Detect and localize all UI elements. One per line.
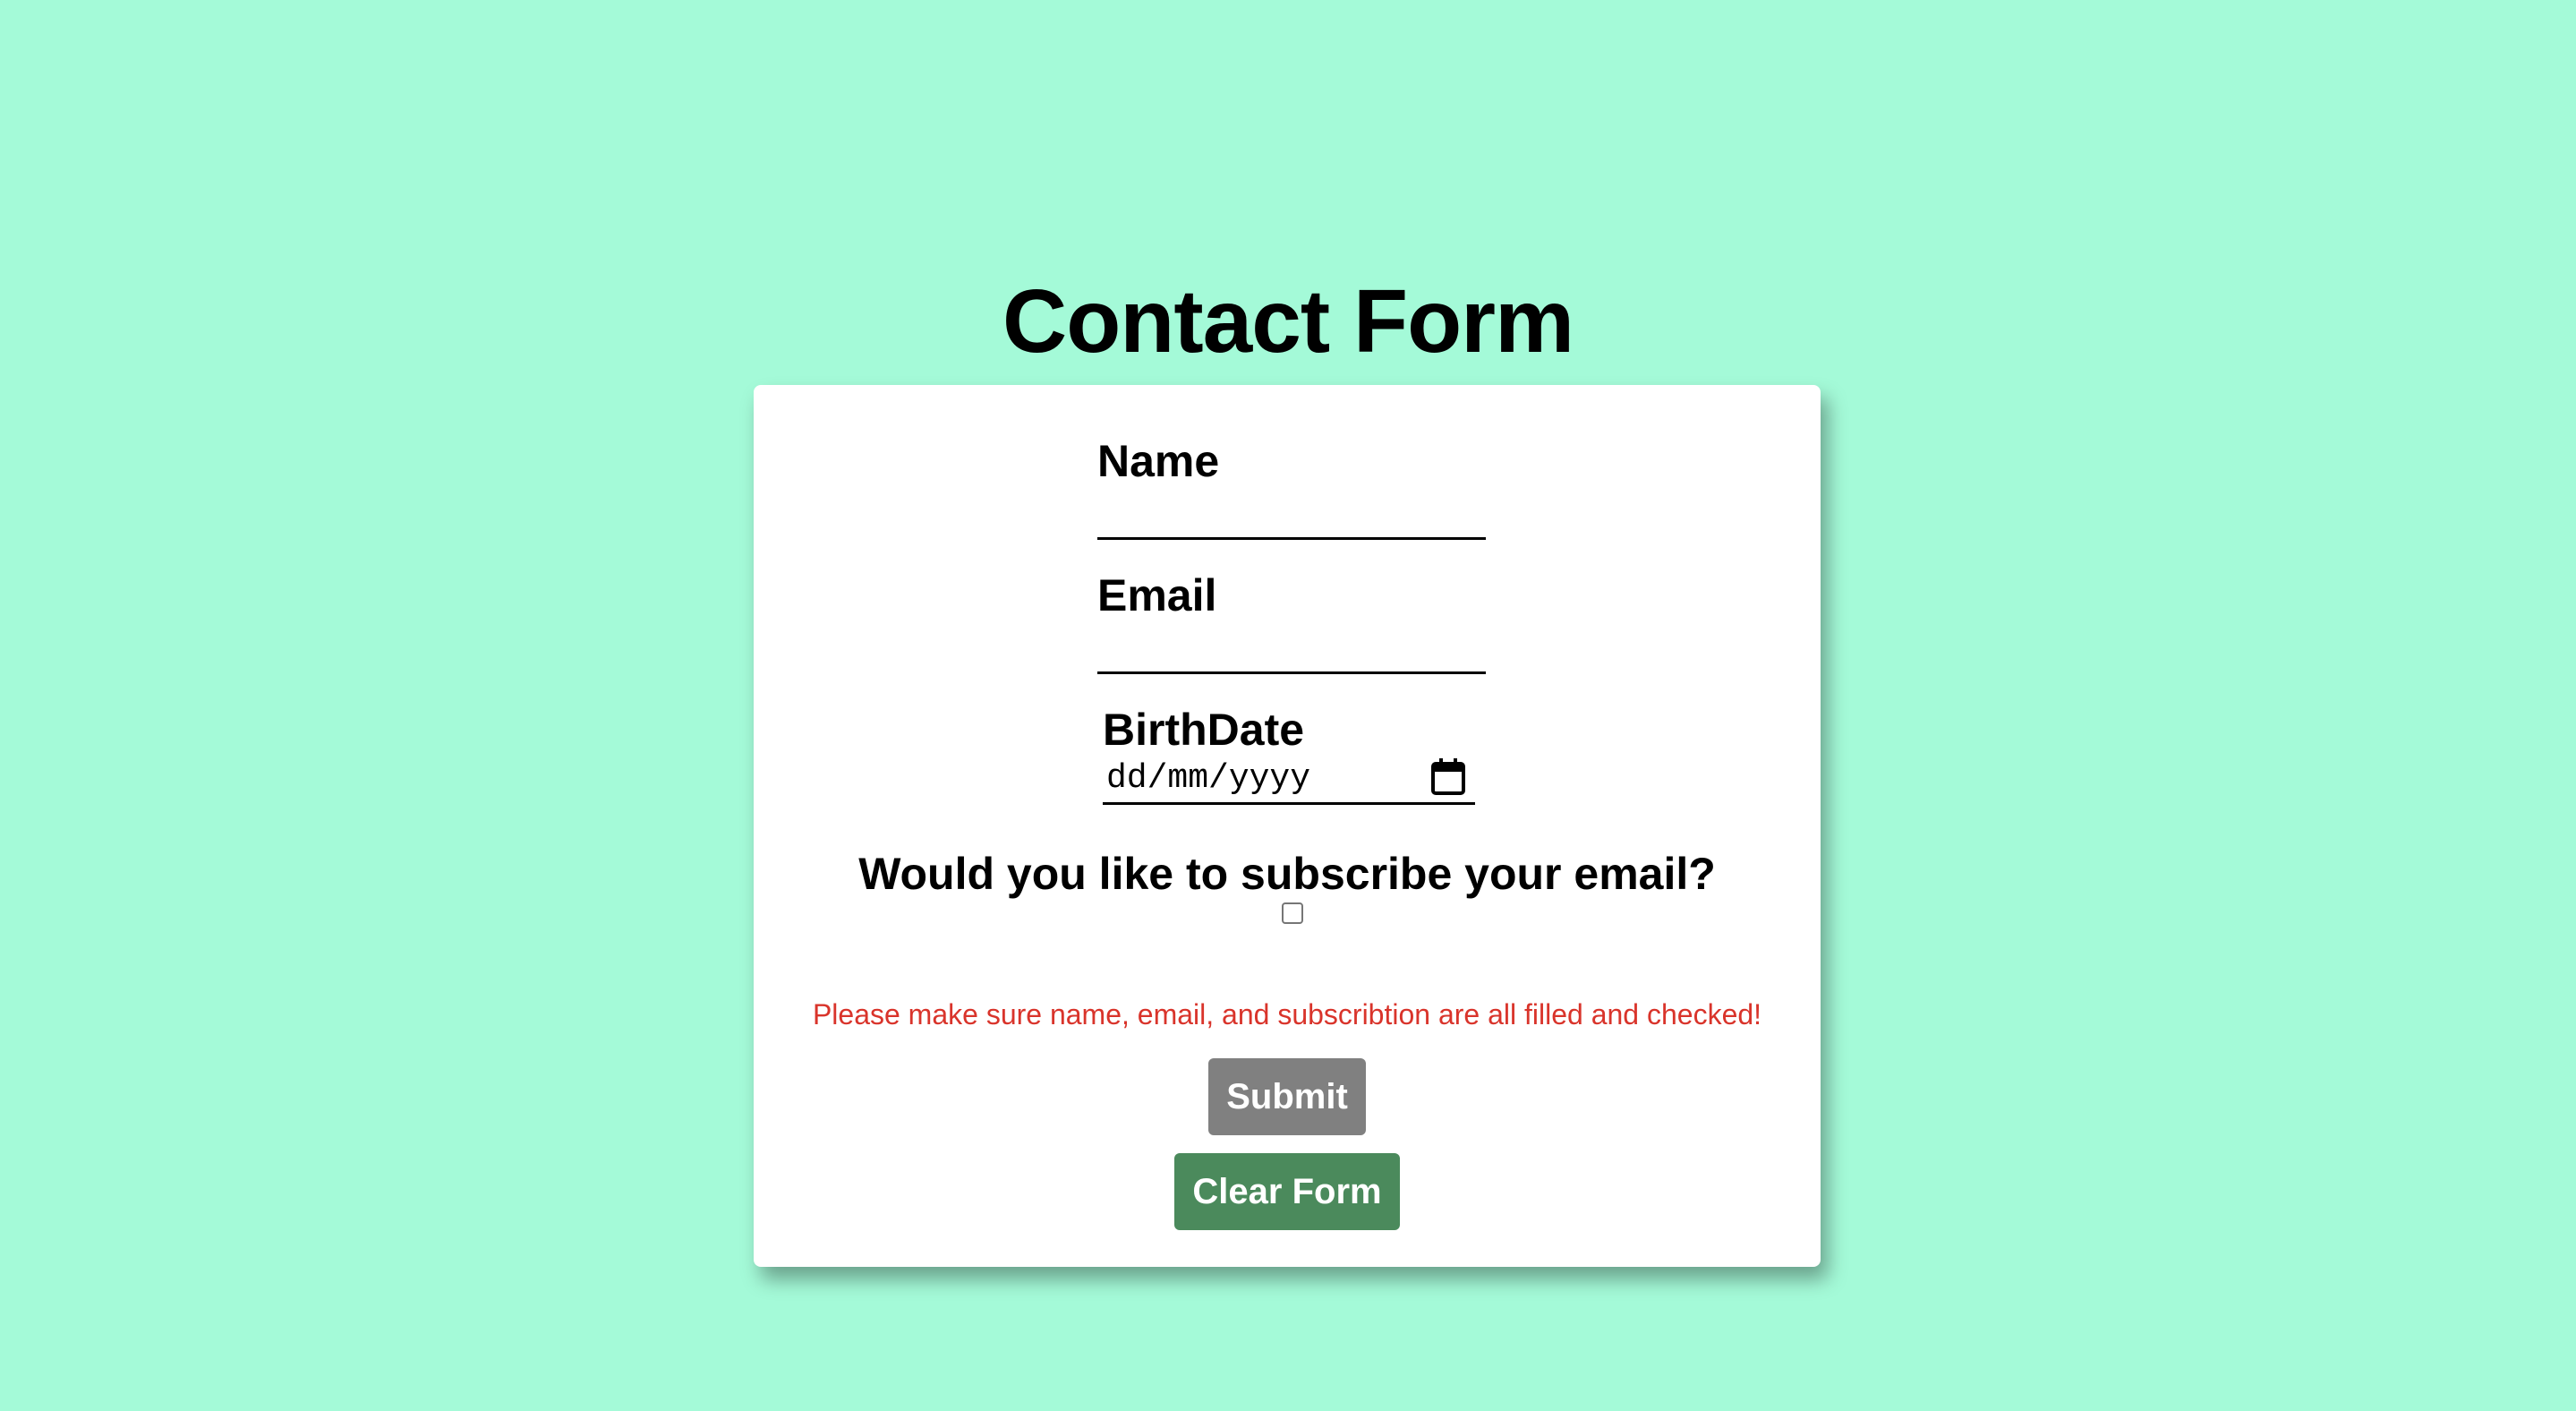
contact-form-card: Name Email BirthDate dd/mm/yyyy Would yo… [754, 385, 1821, 1267]
email-field: Email [1097, 571, 1486, 674]
name-input[interactable] [1097, 490, 1486, 540]
calendar-icon[interactable] [1430, 757, 1466, 796]
birthdate-input[interactable]: dd/mm/yyyy [1103, 755, 1475, 805]
submit-button[interactable]: Submit [1208, 1058, 1366, 1135]
clear-form-button[interactable]: Clear Form [1174, 1153, 1400, 1230]
name-label: Name [1097, 436, 1220, 486]
email-label: Email [1097, 570, 1217, 620]
name-field: Name [1097, 437, 1486, 540]
page-title: Contact Form [1002, 271, 1574, 372]
subscribe-checkbox[interactable] [1282, 902, 1303, 924]
birthdate-label: BirthDate [1103, 705, 1305, 755]
birthdate-placeholder: dd/mm/yyyy [1106, 759, 1311, 798]
birthdate-field: BirthDate dd/mm/yyyy [1103, 706, 1491, 805]
subscribe-question: Would you like to subscribe your email? [858, 849, 1716, 899]
error-message: Please make sure name, email, and subscr… [812, 998, 1762, 1030]
email-input[interactable] [1097, 624, 1486, 674]
